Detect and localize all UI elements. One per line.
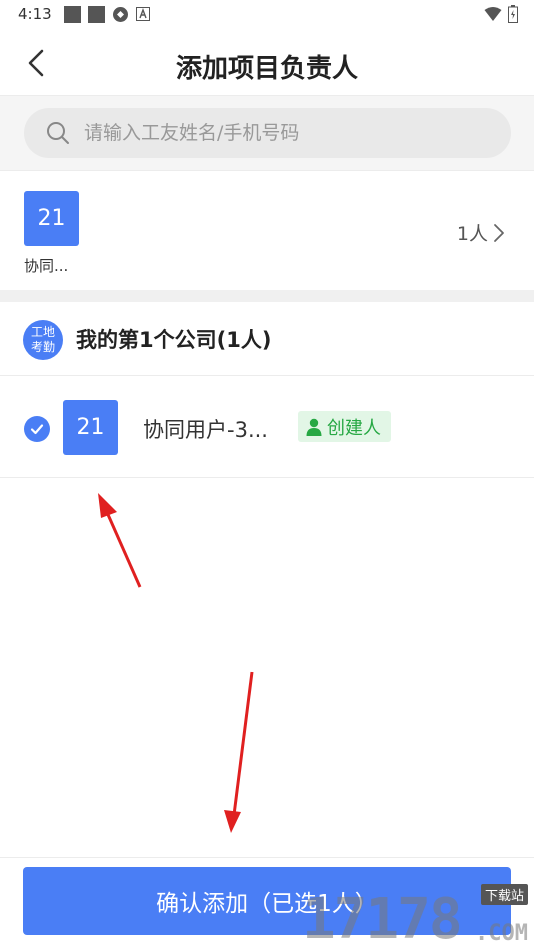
- font-icon: [135, 7, 150, 21]
- watermark-suffix: .COM: [475, 921, 528, 946]
- member-name: 协同用户-3...: [143, 418, 268, 442]
- sync-icon: [112, 6, 129, 23]
- section-divider: [0, 290, 534, 302]
- status-right: [484, 5, 518, 27]
- company-row: 工地 考勤 我的第1个公司(1人): [0, 302, 534, 376]
- group-count: 1人: [456, 223, 488, 245]
- search-input[interactable]: [84, 122, 464, 144]
- square-icon: [63, 5, 81, 23]
- watermark-tag: 下载站: [480, 884, 528, 905]
- creator-badge-label: 创建人: [327, 417, 381, 439]
- company-badge-line1: 工地: [30, 325, 55, 339]
- search-box[interactable]: [24, 108, 511, 158]
- member-row[interactable]: 21 协同用户-3... 创建人: [0, 376, 534, 478]
- group-count-link[interactable]: 1人: [457, 219, 506, 246]
- member-avatar: 21: [63, 400, 118, 455]
- creator-badge: 创建人: [298, 411, 391, 442]
- square-icon: [87, 5, 105, 23]
- search-icon: [47, 122, 69, 144]
- company-name: 我的第1个公司(1人): [76, 328, 272, 352]
- wifi-icon: [484, 6, 502, 26]
- company-badge: 工地 考勤: [23, 320, 63, 360]
- group-name: 协同...: [24, 257, 69, 275]
- search-area: [0, 96, 534, 170]
- header: 添加项目负责人: [0, 28, 534, 96]
- group-avatar[interactable]: 21: [24, 191, 79, 246]
- watermark-number: 17178: [302, 887, 463, 950]
- checked-icon[interactable]: [24, 416, 50, 442]
- page-title: 添加项目负责人: [175, 54, 358, 84]
- chevron-right-icon: [494, 223, 504, 242]
- user-icon: [306, 418, 322, 436]
- annotation-arrow: [224, 671, 254, 833]
- status-bar: 4:13: [0, 0, 534, 28]
- company-badge-line2: 考勤: [30, 340, 55, 354]
- status-time: 4:13: [18, 5, 52, 23]
- annotation-arrow: [98, 493, 142, 588]
- battery-icon: [508, 5, 518, 27]
- footer: 确认添加（已选1人） 17178 .COM 下载站: [0, 857, 534, 950]
- watermark: 17178 .COM 下载站: [302, 884, 528, 950]
- selected-group: 21 协同... 1人: [0, 170, 534, 290]
